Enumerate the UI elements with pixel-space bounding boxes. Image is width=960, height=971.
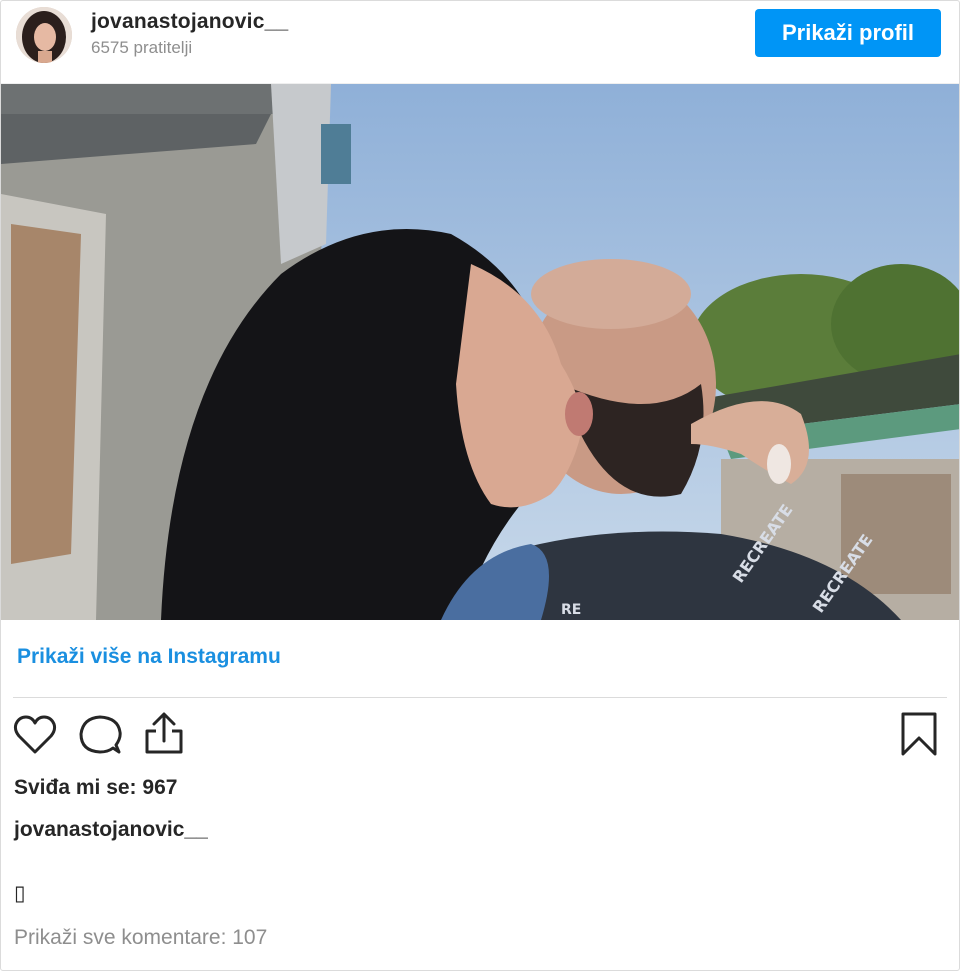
post-photo[interactable]: RECREATE RECREATE RE: [1, 83, 959, 620]
divider: [13, 697, 947, 698]
post-image: RECREATE RECREATE RE: [1, 84, 959, 620]
caption-text: ▯: [14, 882, 26, 905]
comment-icon[interactable]: [78, 714, 122, 756]
view-profile-button[interactable]: Prikaži profil: [755, 9, 941, 57]
like-count[interactable]: Sviđa mi se: 967: [14, 776, 177, 800]
heart-icon[interactable]: [13, 715, 57, 755]
svg-text:RE: RE: [561, 602, 581, 618]
view-all-comments-link[interactable]: Prikaži sve komentare: 107: [14, 926, 267, 950]
share-icon[interactable]: [142, 711, 186, 755]
bookmark-icon[interactable]: [900, 711, 938, 757]
avatar-image: [16, 7, 72, 63]
post-header: jovanastojanovic__ 6575 pratitelji Prika…: [1, 1, 959, 81]
caption-username[interactable]: jovanastojanovic__: [14, 818, 208, 842]
profile-username[interactable]: jovanastojanovic__: [91, 10, 288, 34]
instagram-embed-card: jovanastojanovic__ 6575 pratitelji Prika…: [0, 0, 960, 971]
follower-count: 6575 pratitelji: [91, 38, 193, 57]
avatar[interactable]: [16, 7, 72, 63]
view-more-on-instagram-link[interactable]: Prikaži više na Instagramu: [17, 645, 281, 669]
